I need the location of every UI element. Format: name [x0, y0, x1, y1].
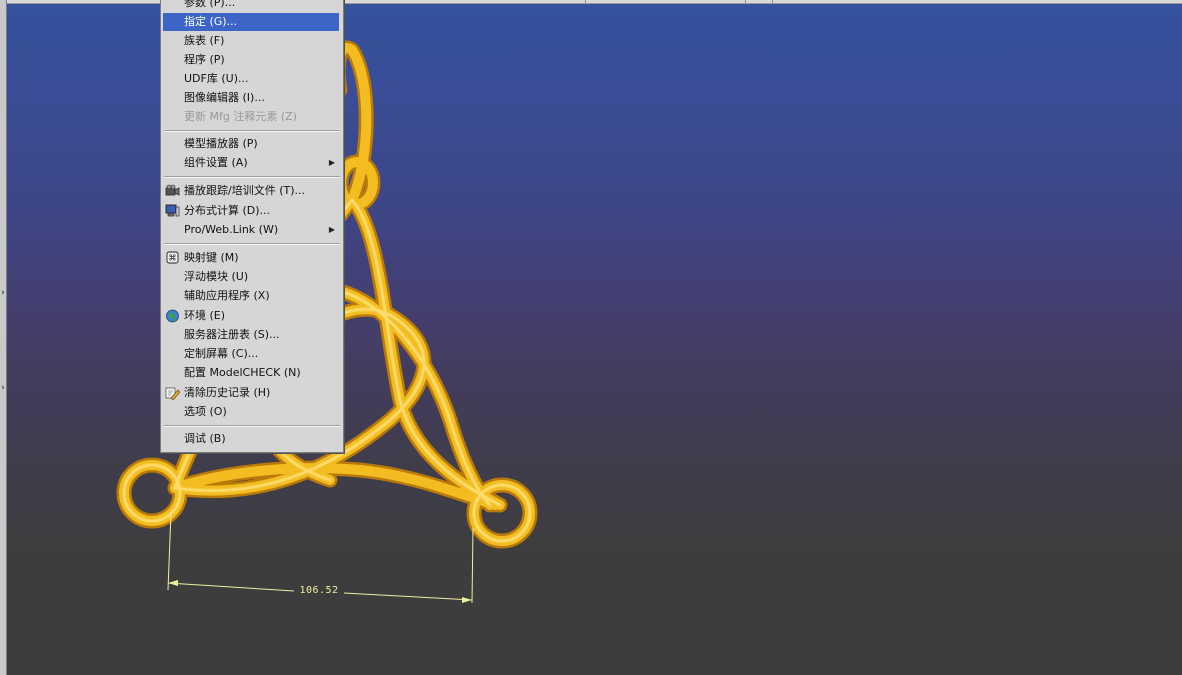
menu-item-distributed-computing[interactable]: 分布式计算 (D)...	[163, 202, 339, 220]
menu-item-image-editor[interactable]: 图像编辑器 (I)...	[163, 89, 339, 107]
menu-item-parameters[interactable]: 参数 (P)...	[163, 0, 339, 12]
menu-item-label: 指定 (G)...	[184, 15, 238, 28]
menu-item-label: 浮动模块 (U)	[184, 270, 249, 283]
menu-item-label: 图像编辑器 (I)...	[184, 91, 265, 104]
mapkey-icon: ⌘	[166, 251, 179, 264]
dimension-value[interactable]: 106.52	[296, 585, 342, 596]
menu-item-label: 族表 (F)	[184, 34, 225, 47]
menu-item-mapkeys[interactable]: ⌘ 映射键 (M)	[163, 249, 339, 267]
camera-icon	[165, 184, 180, 196]
menu-item-environment[interactable]: 环境 (E)	[163, 307, 339, 325]
menu-item-label: 映射键 (M)	[184, 251, 239, 264]
menu-item-label: 辅助应用程序 (X)	[184, 289, 270, 302]
menu-item-label: 程序 (P)	[184, 53, 225, 66]
menu-item-debug[interactable]: 调试 (B)	[163, 430, 339, 448]
menu-item-label: 模型播放器 (P)	[184, 137, 258, 150]
menu-item-label: 服务器注册表 (S)...	[184, 328, 280, 341]
utilities-dropdown-menu: 参数 (P)... 指定 (G)... 族表 (F) 程序 (P) UDF库 (…	[160, 0, 344, 453]
globe-icon	[166, 309, 179, 323]
menu-item-floating-modules[interactable]: 浮动模块 (U)	[163, 268, 339, 286]
menu-item-configure-modelcheck[interactable]: 配置 ModelCHECK (N)	[163, 364, 339, 382]
menu-item-program[interactable]: 程序 (P)	[163, 51, 339, 69]
menu-item-label: 调试 (B)	[184, 432, 226, 445]
menu-item-label: 选项 (O)	[184, 405, 227, 418]
submenu-arrow-icon: ▶	[328, 158, 335, 167]
menu-item-family-table[interactable]: 族表 (F)	[163, 32, 339, 50]
menu-separator	[164, 176, 340, 178]
menu-item-label: 组件设置 (A)	[184, 156, 248, 169]
menu-item-customize-screen[interactable]: 定制屏幕 (C)...	[163, 345, 339, 363]
menu-item-assign[interactable]: 指定 (G)...	[163, 13, 339, 31]
computer-icon	[165, 204, 180, 217]
menu-item-label: 定制屏幕 (C)...	[184, 347, 259, 360]
menu-item-auxiliary-applications[interactable]: 辅助应用程序 (X)	[163, 287, 339, 305]
menu-item-label: 参数 (P)...	[184, 0, 236, 9]
menu-item-label: 环境 (E)	[184, 309, 226, 322]
menu-item-pro-web-link[interactable]: Pro/Web.Link (W) ▶	[163, 221, 339, 239]
menu-item-update-mfg-annotations: 更新 Mfg 注释元素 (Z)	[163, 108, 339, 126]
menu-item-label: UDF库 (U)...	[184, 72, 249, 85]
menu-item-clear-history[interactable]: 清除历史记录 (H)	[163, 384, 339, 402]
menu-item-server-registry[interactable]: 服务器注册表 (S)...	[163, 326, 339, 344]
menu-item-label: 更新 Mfg 注释元素 (Z)	[184, 110, 297, 123]
menu-separator	[164, 243, 340, 245]
menu-separator	[164, 425, 340, 427]
menu-item-label: Pro/Web.Link (W)	[184, 223, 279, 236]
menu-item-model-player[interactable]: 模型播放器 (P)	[163, 135, 339, 153]
menu-item-udf-library[interactable]: UDF库 (U)...	[163, 70, 339, 88]
submenu-arrow-icon: ▶	[328, 225, 335, 234]
svg-text:⌘: ⌘	[169, 254, 177, 263]
menu-item-options[interactable]: 选项 (O)	[163, 403, 339, 421]
menu-item-label: 分布式计算 (D)...	[184, 204, 271, 217]
menu-separator	[164, 130, 340, 132]
eraser-icon	[165, 387, 180, 400]
menu-item-label: 配置 ModelCHECK (N)	[184, 366, 301, 379]
menu-item-assembly-settings[interactable]: 组件设置 (A) ▶	[163, 154, 339, 172]
menu-item-label: 清除历史记录 (H)	[184, 386, 271, 399]
menu-item-playback-trail[interactable]: 播放跟踪/培训文件 (T)...	[163, 182, 339, 200]
menu-item-label: 播放跟踪/培训文件 (T)...	[184, 184, 305, 197]
